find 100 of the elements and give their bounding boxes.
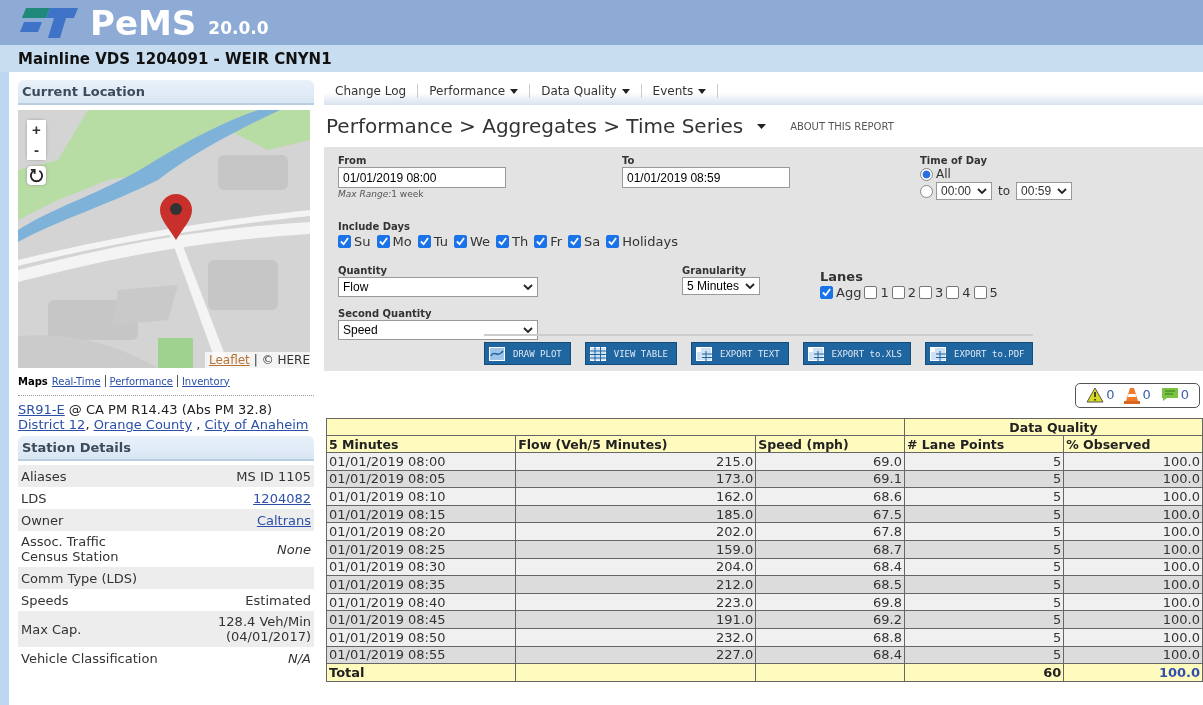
checkbox-label: Sa <box>584 233 601 249</box>
chevron-down-icon <box>523 326 533 334</box>
hint-text: Max Range:1 week <box>338 189 425 199</box>
chevron-down-icon <box>977 187 988 195</box>
details-label: Aliases <box>21 468 67 484</box>
breadcrumb: Performance > Aggregates > Time Series <box>326 114 744 138</box>
details-label: Comm Type (LDS) <box>21 570 138 586</box>
action-button[interactable]: EXPORT to.XLS <box>802 342 912 365</box>
field-label: Granularity <box>682 265 746 276</box>
caret-icon <box>757 123 767 129</box>
chevron-down-icon <box>745 282 756 290</box>
alert-count: 0 <box>1180 387 1189 402</box>
checkbox[interactable] <box>918 286 932 299</box>
time-select[interactable]: 00:00 <box>936 182 993 200</box>
alert-count: 0 <box>1106 387 1115 402</box>
field-label: To <box>622 155 636 166</box>
maps-link[interactable]: Real-Time <box>51 375 101 387</box>
to-field[interactable]: 01/01/2019 08:59 <box>622 167 790 188</box>
checkbox-label: 3 <box>934 285 944 300</box>
checkbox[interactable] <box>891 286 905 299</box>
checkbox-label: Th <box>512 233 529 249</box>
spreadsheet-icon <box>695 346 712 361</box>
details-label: Max Cap. <box>21 621 82 637</box>
action-button[interactable]: EXPORT to.PDF <box>925 342 1034 365</box>
maps-link[interactable]: Performance <box>109 375 173 387</box>
field-label: Include Days <box>338 220 411 232</box>
checkbox-label: Tu <box>433 233 448 249</box>
checkbox[interactable] <box>534 234 548 248</box>
checkbox[interactable] <box>496 234 509 248</box>
checkbox[interactable] <box>820 286 833 299</box>
details-link[interactable]: 1204082 <box>253 490 311 506</box>
checkbox[interactable] <box>864 286 878 299</box>
panel-title: Current Location <box>18 80 314 105</box>
to-label: to <box>998 184 1011 198</box>
panel-title: Station Details <box>18 436 314 461</box>
details-label: Assoc. Traffic Census Station <box>21 534 120 564</box>
checkbox[interactable] <box>417 234 431 248</box>
alert-count: 0 <box>1142 387 1151 402</box>
field-label: Lanes <box>820 269 864 284</box>
time-select[interactable]: 00:59 <box>1016 182 1073 200</box>
granularity-select[interactable]: 5 Minutes <box>682 277 761 295</box>
location-link[interactable]: City of Anaheim <box>204 417 309 432</box>
radio-button[interactable] <box>920 167 933 181</box>
maps-link[interactable]: Inventory <box>181 375 230 387</box>
checkbox-label: 4 <box>962 285 971 300</box>
details-value: N/A <box>288 650 311 666</box>
spreadsheet-icon <box>807 346 824 361</box>
zoom-in-button[interactable]: + <box>27 120 46 140</box>
checkbox[interactable] <box>606 234 620 248</box>
details-value: 128.4 Veh/Min (04/01/2017) <box>217 614 311 644</box>
location-link[interactable]: District 12 <box>18 417 86 432</box>
action-button[interactable]: DRAW PLOT <box>484 342 571 365</box>
details-link[interactable]: Caltrans <box>256 512 311 528</box>
details-label: Vehicle Classification <box>21 650 158 666</box>
chart-icon <box>489 346 505 361</box>
field-label: Second Quantity <box>338 308 433 319</box>
nav-item[interactable]: Change Log <box>324 84 419 98</box>
map-marker-icon[interactable] <box>159 194 193 240</box>
rotate-icon <box>29 168 44 183</box>
reset-button[interactable] <box>27 166 46 185</box>
checkbox-label: 5 <box>989 285 998 300</box>
radio-label: All <box>936 167 951 181</box>
checkbox-label: We <box>469 233 490 249</box>
checkbox[interactable] <box>338 234 351 248</box>
chevron-down-icon <box>523 283 533 291</box>
about-link[interactable]: ABOUT THIS REPORT <box>790 120 894 132</box>
checkbox[interactable] <box>946 286 960 299</box>
radio-button[interactable] <box>920 184 933 198</box>
location-link[interactable]: SR91-E <box>18 402 65 417</box>
field-label: Quantity <box>338 265 388 276</box>
action-button[interactable]: VIEW TABLE <box>584 342 677 365</box>
field-label: From <box>338 155 368 166</box>
checkbox-label: Agg <box>836 285 862 300</box>
location-link[interactable]: Orange County <box>93 417 193 432</box>
leaflet-link[interactable]: Leaflet <box>208 353 250 367</box>
checkbox[interactable] <box>376 234 390 248</box>
details-value: None <box>277 541 311 557</box>
column-group-header: Data Quality <box>904 418 1203 436</box>
action-button[interactable]: EXPORT TEXT <box>690 342 789 365</box>
details-label: Owner <box>21 512 64 528</box>
zoom-out-button[interactable]: - <box>27 140 46 160</box>
checkbox-label: Fr <box>550 233 563 249</box>
traffic-cone-icon <box>1124 387 1141 404</box>
nav-item[interactable]: Events <box>641 84 719 98</box>
message-icon <box>1160 387 1179 402</box>
checkbox[interactable] <box>453 234 467 248</box>
attribution-text: | © HERE <box>253 353 310 367</box>
from-field[interactable]: 01/01/2019 08:00 <box>338 167 506 188</box>
logo: PeMS <box>90 2 197 43</box>
quantity-select[interactable]: Flow <box>338 277 538 297</box>
nav-item[interactable]: Data Quality <box>530 84 642 98</box>
checkbox[interactable] <box>568 234 582 248</box>
checkbox-label: Su <box>354 233 371 249</box>
checkbox-label: 2 <box>907 285 916 300</box>
checkbox[interactable] <box>973 286 987 299</box>
logo-icon <box>20 7 78 38</box>
nav-item[interactable]: Performance <box>418 84 531 98</box>
checkbox-label: Mo <box>392 233 412 249</box>
details-value: Estimated <box>245 592 311 608</box>
quantity-select[interactable]: Speed <box>338 320 538 340</box>
